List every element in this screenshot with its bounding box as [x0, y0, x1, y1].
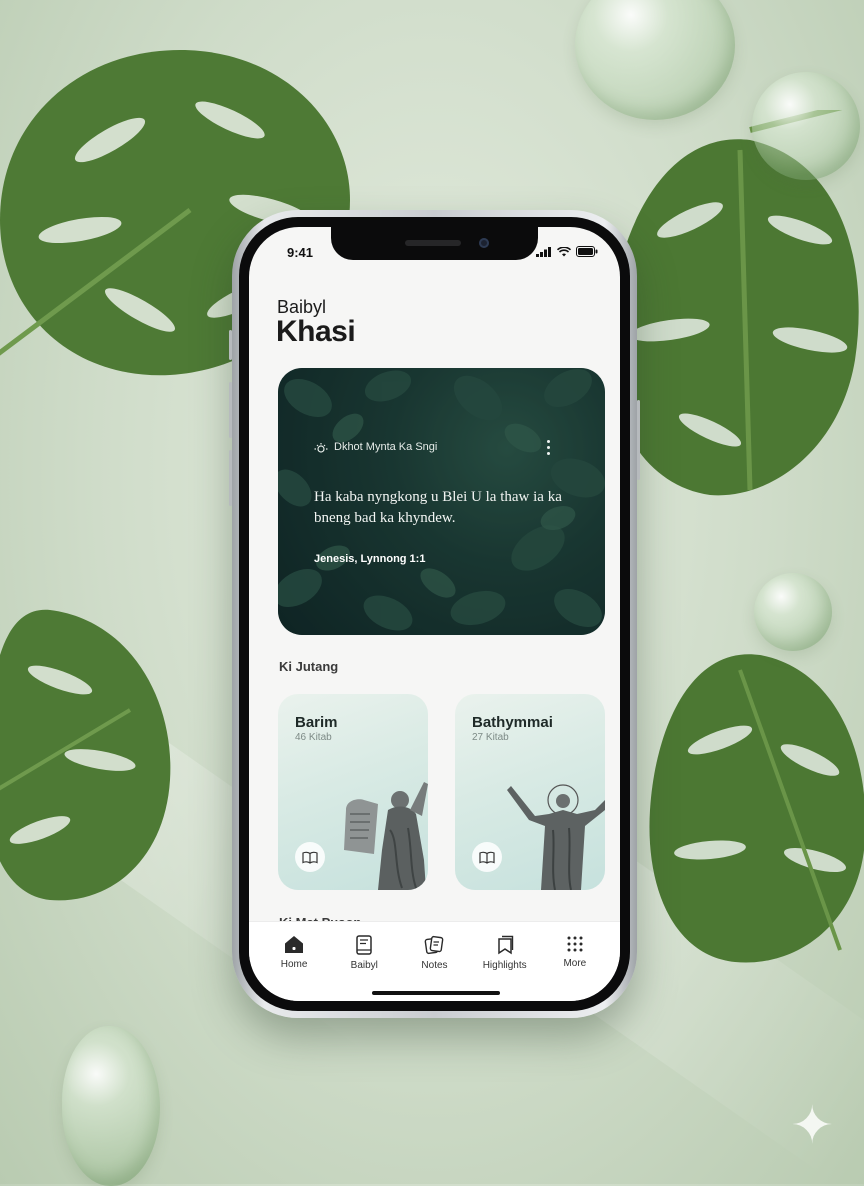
verse-reference: Jenesis, Lynnong 1:1 [314, 553, 426, 565]
notes-icon [425, 935, 444, 955]
water-bubble [62, 1026, 160, 1186]
book-title: Bathymmai [472, 714, 553, 731]
verse-label: Dkhot Mynta Ka Sngi [334, 441, 438, 453]
monstera-leaf-bottom-right [649, 654, 864, 963]
verse-of-day-card[interactable]: Dkhot Mynta Ka Sngi Ha kaba nyngkong u B… [278, 368, 605, 635]
verse-text: Ha kaba nyngkong u Blei U la thaw ia ka … [314, 489, 562, 526]
monstera-leaf-bottom-left [0, 609, 171, 901]
tab-more[interactable]: More [545, 922, 605, 1001]
tab-highlights[interactable]: Highlights [475, 922, 535, 1001]
moses-statue-illustration [344, 782, 428, 890]
tab-label: More [563, 958, 587, 969]
sun-icon [314, 443, 328, 453]
tab-notes[interactable]: Notes [404, 922, 464, 1001]
app-screen: 9:41 Baibyl Khasi Dkhot Mynta Ka Sngi Ha… [249, 227, 620, 1001]
phone-side-button [229, 450, 232, 506]
book-card-bathymmai[interactable]: Bathymmai 27 Kitab [455, 694, 605, 890]
tab-label: Highlights [482, 960, 527, 971]
battery-icon [576, 246, 598, 257]
sparkle-icon: ✦ [790, 1097, 834, 1155]
phone-side-button [229, 330, 232, 360]
tab-baibyl[interactable]: Baibyl [334, 922, 394, 1001]
status-icons [536, 246, 598, 257]
water-bubble [754, 573, 832, 651]
status-time: 9:41 [287, 245, 314, 260]
wifi-icon [557, 246, 571, 256]
front-camera [479, 238, 489, 248]
section-title-ki-jutang: Ki Jutang [279, 659, 339, 674]
phone-side-button [637, 400, 640, 480]
home-icon [285, 936, 304, 953]
tab-label: Home [280, 959, 308, 970]
water-bubble [575, 0, 735, 120]
book-card-barim[interactable]: Barim 46 Kitab [278, 694, 428, 890]
phone-frame: 9:41 Baibyl Khasi Dkhot Mynta Ka Sngi Ha… [229, 210, 640, 1018]
bible-icon [356, 935, 373, 955]
christ-statue-illustration [507, 784, 605, 890]
tab-home[interactable]: Home [264, 922, 324, 1001]
book-count: 46 Kitab [295, 732, 332, 743]
highlights-icon [497, 935, 513, 955]
open-book-icon[interactable] [472, 842, 502, 872]
phone-notch [331, 227, 538, 260]
phone-bezel: 9:41 Baibyl Khasi Dkhot Mynta Ka Sngi Ha… [239, 217, 630, 1011]
open-book-icon[interactable] [295, 842, 325, 872]
book-title: Barim [295, 714, 338, 731]
water-bubble [752, 72, 860, 180]
app-title: Khasi [276, 315, 356, 348]
speaker-grille [405, 240, 461, 246]
signal-icon [536, 246, 551, 257]
tab-label: Baibyl [350, 960, 378, 971]
phone-side-button [229, 382, 232, 438]
tab-label: Notes [421, 960, 448, 971]
home-indicator[interactable] [372, 991, 500, 995]
more-vertical-icon[interactable] [543, 440, 553, 456]
verse-header: Dkhot Mynta Ka Sngi [314, 441, 437, 453]
bottom-tab-bar: Home Baibyl Notes Highlights More [249, 921, 620, 1001]
book-count: 27 Kitab [472, 732, 509, 743]
grid-icon [567, 936, 583, 952]
